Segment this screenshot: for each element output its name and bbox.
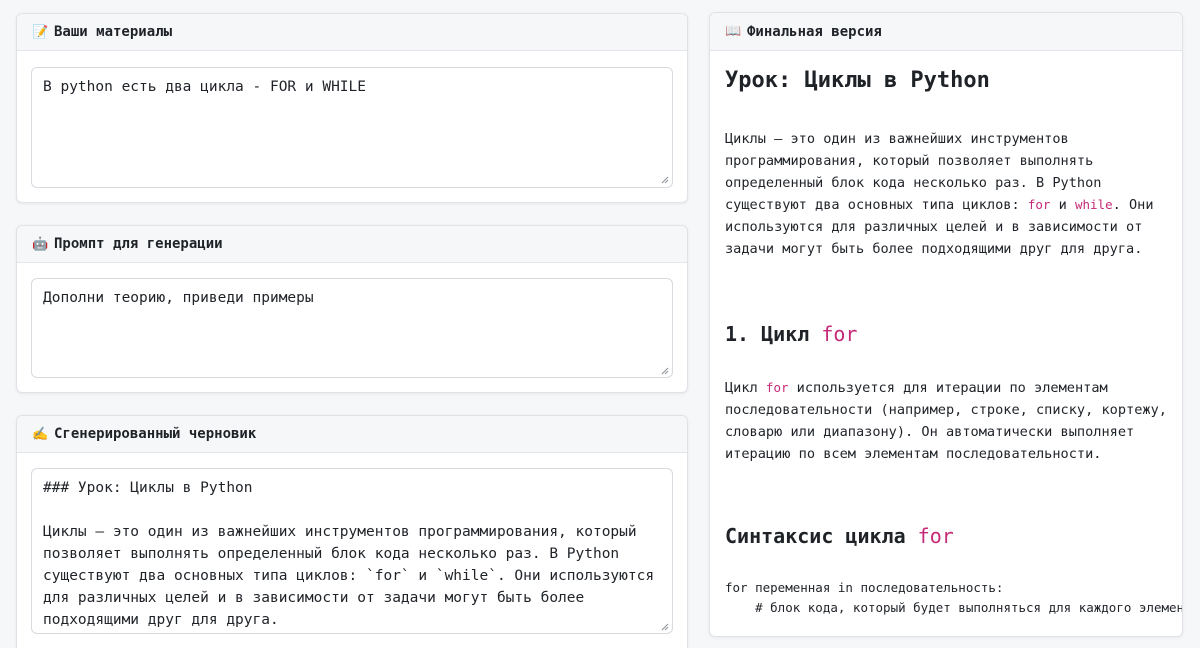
syntax-heading-text: Синтаксис цикла bbox=[725, 524, 918, 548]
resize-handle-icon[interactable] bbox=[661, 176, 669, 184]
resize-handle-icon[interactable] bbox=[661, 367, 669, 375]
final-title: Финальная версия bbox=[747, 23, 882, 40]
robot-icon: 🤖 bbox=[32, 236, 49, 252]
section-heading-keyword: for bbox=[821, 322, 858, 346]
draft-textarea[interactable]: ### Урок: Циклы в Python Циклы — это оди… bbox=[31, 468, 673, 634]
lesson-heading: Урок: Циклы в Python bbox=[725, 68, 990, 93]
inline-code-while: while bbox=[1074, 197, 1113, 212]
intro-paragraph: Циклы — это один из важнейших инструмент… bbox=[725, 128, 1167, 260]
final-content: Урок: Циклы в Python Циклы — это один из… bbox=[710, 52, 1182, 636]
syntax-heading: Синтаксис цикла for bbox=[725, 522, 1167, 550]
materials-panel: 📝 Ваши материалы В python есть два цикла… bbox=[16, 13, 688, 203]
for-desc-text-b: используется для итерации по элементам п… bbox=[725, 380, 1167, 462]
intro-text-and: и bbox=[1050, 197, 1075, 213]
open-book-icon: 📖 bbox=[725, 24, 742, 39]
writing-hand-icon: ✍️ bbox=[32, 426, 49, 442]
section-heading-for: 1. Цикл for bbox=[725, 320, 1167, 348]
inline-code-for-2: for bbox=[765, 380, 789, 395]
syntax-heading-keyword: for bbox=[917, 524, 954, 548]
draft-title: Сгенерированный черновик bbox=[54, 426, 257, 442]
materials-header: 📝 Ваши материалы bbox=[17, 14, 687, 51]
section-heading-text: 1. Цикл bbox=[725, 322, 822, 346]
inline-code-for: for bbox=[1027, 197, 1051, 212]
prompt-title: Промпт для генерации bbox=[54, 236, 223, 252]
materials-textarea[interactable]: В python есть два цикла - FOR и WHILE bbox=[31, 67, 673, 188]
prompt-textarea[interactable]: Дополни теорию, приведи примеры bbox=[31, 278, 673, 378]
final-panel: 📖 Финальная версия Урок: Циклы в Python … bbox=[709, 12, 1183, 637]
prompt-header: 🤖 Промпт для генерации bbox=[17, 226, 687, 263]
draft-header: ✍️ Сгенерированный черновик bbox=[17, 416, 687, 453]
for-description-paragraph: Цикл for используется для итерации по эл… bbox=[725, 377, 1167, 465]
draft-panel: ✍️ Сгенерированный черновик ### Урок: Ци… bbox=[16, 415, 688, 648]
prompt-panel: 🤖 Промпт для генерации Дополни теорию, п… bbox=[16, 225, 688, 393]
resize-handle-icon[interactable] bbox=[661, 623, 669, 631]
code-block: for переменная in последовательность: # … bbox=[725, 580, 1182, 615]
final-header: 📖 Финальная версия bbox=[710, 13, 1182, 51]
memo-icon: 📝 bbox=[32, 24, 49, 40]
materials-title: Ваши материалы bbox=[54, 24, 173, 40]
for-desc-text-a: Цикл bbox=[725, 380, 766, 396]
